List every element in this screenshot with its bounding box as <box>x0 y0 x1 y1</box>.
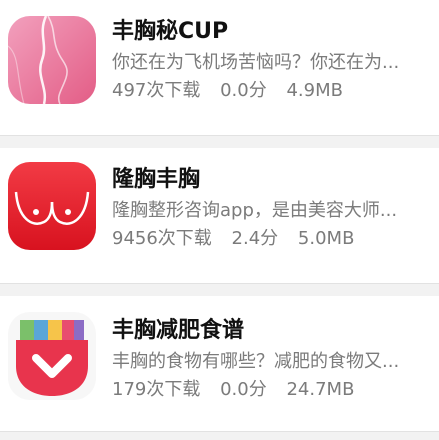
divider <box>0 283 439 284</box>
app-list-item[interactable]: 隆胸丰胸 隆胸整形咨询app，是由美容大师... 9456次下载 2.4分 5.… <box>0 148 439 284</box>
app-meta: 497次下载 0.0分 4.9MB <box>112 78 430 104</box>
app-meta: 179次下载 0.0分 24.7MB <box>112 377 430 403</box>
download-count: 179次下载 <box>112 379 201 400</box>
file-size: 4.9MB <box>286 80 343 101</box>
rating: 2.4分 <box>231 228 279 249</box>
app-description: 丰胸的食物有哪些？减肥的食物又... <box>112 351 400 372</box>
app-description: 你还在为飞机场苦恼吗？你还在为... <box>112 52 400 73</box>
app-title: 隆胸丰胸 <box>112 167 201 192</box>
download-count: 497次下载 <box>112 80 201 101</box>
download-count: 9456次下载 <box>112 228 212 249</box>
app-title: 丰胸秘CUP <box>112 19 229 44</box>
divider <box>0 431 439 432</box>
app-list-item[interactable]: 丰胸秘CUP 你还在为飞机场苦恼吗？你还在为... 497次下载 0.0分 4.… <box>0 0 439 136</box>
divider <box>0 135 439 136</box>
app-list: 丰胸秘CUP 你还在为飞机场苦恼吗？你还在为... 497次下载 0.0分 4.… <box>0 0 439 440</box>
red-chest-icon[interactable] <box>8 162 96 250</box>
file-size: 24.7MB <box>286 379 355 400</box>
file-size: 5.0MB <box>297 228 355 249</box>
app-title: 丰胸减肥食谱 <box>112 318 245 343</box>
app-description: 隆胸整形咨询app，是由美容大师... <box>112 200 398 221</box>
app-meta: 9456次下载 2.4分 5.0MB <box>112 226 430 252</box>
pocket-chevron-icon[interactable] <box>8 312 96 400</box>
pink-silhouette-icon[interactable] <box>8 16 96 104</box>
app-list-item[interactable]: 丰胸减肥食谱 丰胸的食物有哪些？减肥的食物又... 179次下载 0.0分 24… <box>0 296 439 432</box>
rating: 0.0分 <box>220 379 267 400</box>
rating: 0.0分 <box>220 80 267 101</box>
